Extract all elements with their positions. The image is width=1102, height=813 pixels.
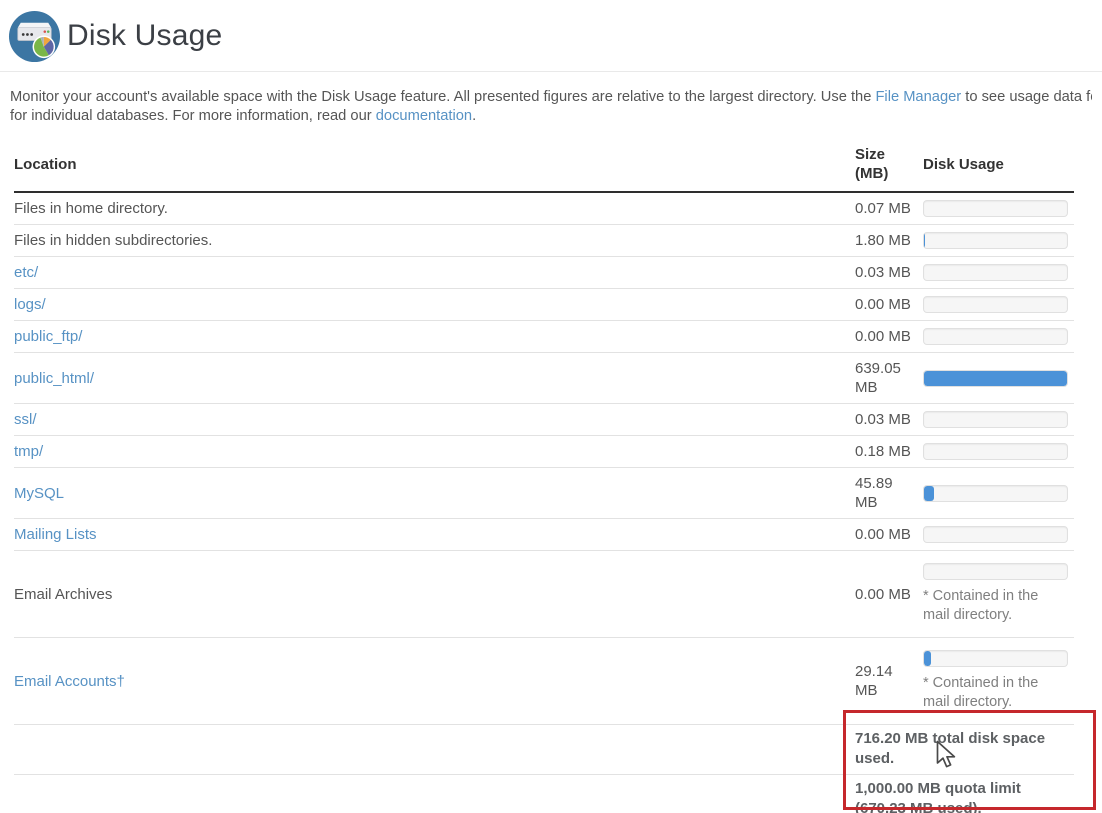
column-header-location: Location	[14, 137, 855, 192]
size-value: 0.18 MB	[855, 442, 915, 461]
table-row: logs/0.00 MB	[14, 289, 1074, 321]
size-value: 0.07 MB	[855, 199, 915, 218]
table-row: Email Accounts† 29.14 MB* Contained in th…	[14, 638, 1074, 725]
table-row: ssl/0.03 MB	[14, 404, 1074, 436]
disk-usage-bar	[923, 443, 1068, 460]
disk-usage-bar	[923, 264, 1068, 281]
empty-cell	[14, 725, 855, 775]
page-header: Disk Usage	[0, 0, 1102, 72]
table-header-row: Location Size (MB) Disk Usage	[14, 137, 1074, 192]
disk-usage-bar	[923, 370, 1068, 387]
mail-directory-note: * Contained in the mail directory.	[923, 587, 1066, 625]
disk-usage-icon	[8, 10, 61, 63]
page-title: Disk Usage	[67, 19, 222, 53]
description-text: .	[472, 108, 476, 124]
disk-usage-bar-fill	[924, 486, 934, 501]
description: Monitor your account's available space w…	[10, 88, 1092, 125]
disk-usage-bar-fill	[924, 371, 1067, 386]
column-header-disk-usage: Disk Usage	[923, 137, 1074, 192]
file-manager-link[interactable]: File Manager	[875, 89, 961, 105]
mail-directory-note: * Contained in the mail directory.	[923, 674, 1066, 712]
table-row: public_html/639.05 MB	[14, 353, 1074, 404]
empty-cell	[14, 775, 855, 813]
table-row: Mailing Lists 0.00 MB	[14, 519, 1074, 551]
location-label: Email Archives	[14, 586, 112, 603]
table-row: MySQL 45.89 MB	[14, 468, 1074, 519]
size-value: 0.00 MB	[855, 327, 915, 346]
size-value: 0.00 MB	[855, 585, 915, 604]
size-value: 0.00 MB	[855, 295, 915, 314]
disk-usage-bar	[923, 296, 1068, 313]
size-value: 639.05 MB	[855, 359, 915, 397]
disk-usage-bar	[923, 526, 1068, 543]
table-row: etc/0.03 MB	[14, 257, 1074, 289]
disk-usage-bar	[923, 411, 1068, 428]
location-link[interactable]: MySQL	[14, 485, 64, 502]
column-header-size: Size (MB)	[855, 137, 923, 192]
size-value: 0.00 MB	[855, 525, 915, 544]
location-link[interactable]: Mailing Lists	[14, 526, 97, 543]
disk-usage-bar	[923, 328, 1068, 345]
table-row: Files in home directory. 0.07 MB	[14, 192, 1074, 225]
description-line: Monitor your account's available space w…	[10, 88, 1092, 107]
size-value: 29.14 MB	[855, 662, 915, 700]
disk-usage-bar-fill	[924, 651, 931, 666]
size-value: 45.89 MB	[855, 474, 915, 512]
disk-usage-table: Location Size (MB) Disk Usage Files in h…	[14, 137, 1074, 813]
description-text: for individual databases. For more infor…	[10, 108, 376, 124]
location-link[interactable]: public_html/	[14, 370, 94, 387]
documentation-link[interactable]: documentation	[376, 108, 472, 124]
location-label: Files in home directory.	[14, 200, 168, 217]
disk-usage-bar	[923, 650, 1068, 667]
table-row: tmp/0.18 MB	[14, 436, 1074, 468]
table-row: public_ftp/0.00 MB	[14, 321, 1074, 353]
disk-usage-page: Disk Usage Monitor your account's availa…	[0, 0, 1102, 813]
location-label: Files in hidden subdirectories.	[14, 232, 212, 249]
size-value: 0.03 MB	[855, 410, 915, 429]
table-row: Files in hidden subdirectories. 1.80 MB	[14, 225, 1074, 257]
location-link[interactable]: public_ftp/	[14, 328, 82, 345]
table-row: Email Archives 0.00 MB * Contained in the …	[14, 551, 1074, 638]
total-disk-space-used: 716.20 MB total disk space used.	[855, 729, 1066, 769]
location-link[interactable]: tmp/	[14, 443, 43, 460]
size-value: 1.80 MB	[855, 231, 915, 250]
disk-usage-bar	[923, 485, 1068, 502]
location-link[interactable]: Email Accounts†	[14, 673, 125, 690]
description-text: Monitor your account's available space w…	[10, 89, 875, 105]
quota-limit: 1,000.00 MB quota limit (670.23 MB used)…	[855, 779, 1066, 813]
summary-row: 716.20 MB total disk space used.	[14, 725, 1074, 775]
description-text: to see usage data for	[961, 89, 1092, 105]
disk-usage-bar	[923, 232, 1068, 249]
location-link[interactable]: etc/	[14, 264, 38, 281]
disk-usage-bar	[923, 200, 1068, 217]
summary-row: 1,000.00 MB quota limit (670.23 MB used)…	[14, 775, 1074, 813]
description-line: for individual databases. For more infor…	[10, 107, 1092, 126]
location-link[interactable]: ssl/	[14, 411, 37, 428]
disk-usage-bar	[923, 563, 1068, 580]
size-value: 0.03 MB	[855, 263, 915, 282]
location-link[interactable]: logs/	[14, 296, 46, 313]
